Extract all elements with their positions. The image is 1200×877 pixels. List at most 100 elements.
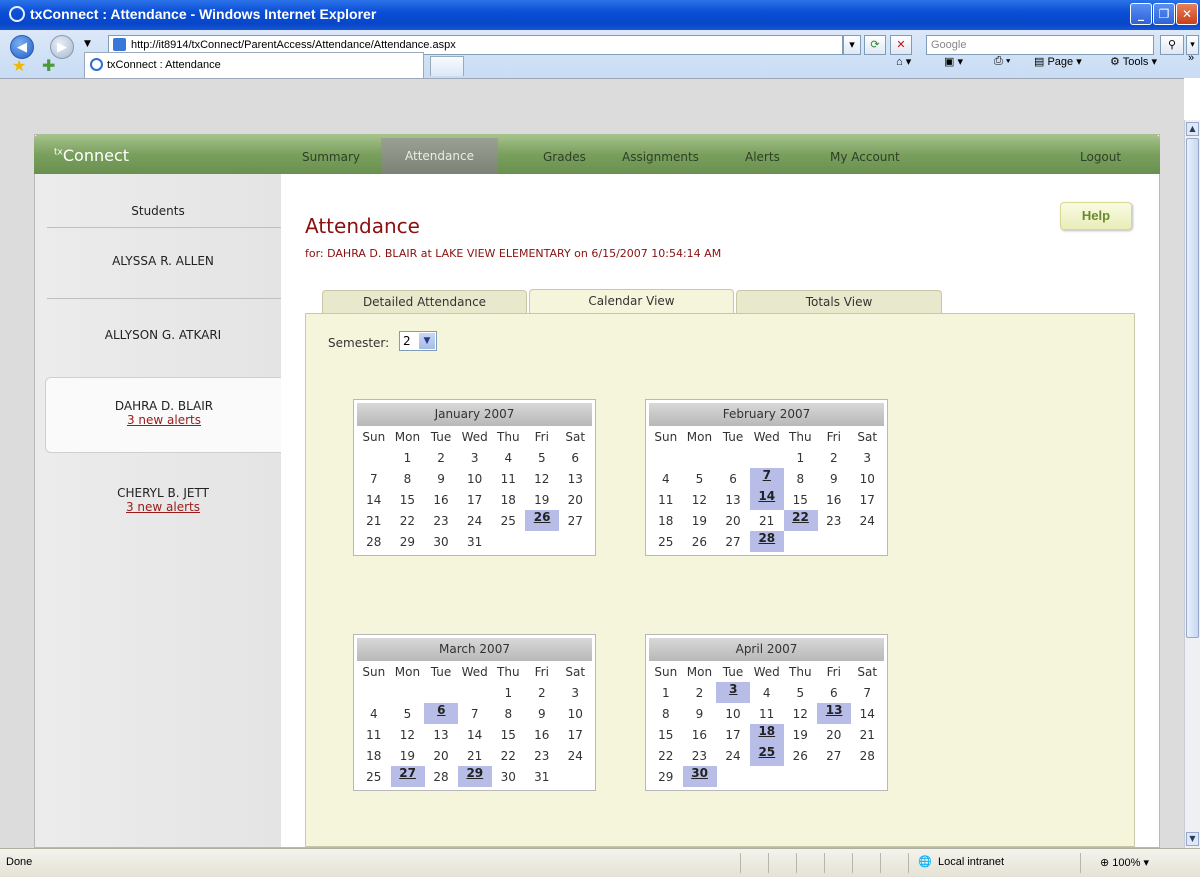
empty-day: [558, 531, 592, 552]
tab-totals-view[interactable]: Totals View: [736, 290, 942, 314]
student-item[interactable]: ALLYSON G. ATKARI: [45, 328, 281, 342]
absence-day-link[interactable]: 25: [749, 745, 784, 766]
semester-select[interactable]: 2 ▼: [399, 331, 437, 351]
absence-day-link[interactable]: 26: [525, 510, 560, 531]
weekday-header: Tue: [430, 664, 452, 679]
calendar-day: 31: [534, 769, 550, 784]
calendar-day: 10: [859, 471, 875, 486]
scroll-up-icon[interactable]: ▲: [1186, 122, 1199, 136]
nav-my-account[interactable]: My Account: [830, 150, 900, 164]
absence-day-link[interactable]: 3: [716, 682, 751, 703]
calendar-day: 19: [534, 492, 550, 507]
chevron-more-icon[interactable]: »: [1188, 52, 1194, 64]
absence-day-link[interactable]: 18: [749, 724, 784, 745]
favorites-star-icon[interactable]: ★: [12, 56, 26, 75]
search-placeholder: Google: [931, 39, 967, 51]
scroll-down-icon[interactable]: ▼: [1186, 832, 1199, 846]
search-input[interactable]: Google: [926, 35, 1154, 55]
nav-alerts[interactable]: Alerts: [745, 150, 780, 164]
page-menu[interactable]: ▤ Page ▾: [1034, 55, 1082, 68]
feeds-icon[interactable]: ▣ ▾: [944, 55, 963, 68]
empty-day: [716, 766, 750, 787]
calendar-day: 4: [762, 685, 771, 700]
history-dropdown-icon[interactable]: ▼: [84, 39, 91, 49]
add-favorites-icon[interactable]: ✚: [42, 56, 55, 75]
weekday-header: Mon: [686, 664, 713, 679]
calendar-day: 3: [863, 450, 872, 465]
calendar-day: 31: [467, 534, 483, 549]
empty-day: [850, 531, 884, 552]
absence-day-link[interactable]: 27: [390, 766, 425, 787]
vertical-scrollbar[interactable]: ▲ ▼: [1184, 120, 1200, 850]
nav-grades[interactable]: Grades: [543, 150, 586, 164]
maximize-button[interactable]: ❐: [1153, 3, 1175, 25]
window-title: txConnect : Attendance - Windows Interne…: [30, 6, 377, 22]
alerts-link[interactable]: 3 new alerts: [46, 413, 282, 427]
month-calendar: February 2007 Sun Mon Tue Wed Thu Fri Sat 1 2 3 4 5 6…: [645, 399, 888, 556]
print-icon[interactable]: ⎙ ▾: [994, 55, 1010, 68]
nav-attendance[interactable]: Attendance: [381, 138, 498, 174]
absence-day-link[interactable]: 22: [783, 510, 818, 531]
status-divider: [740, 853, 741, 873]
student-item-selected[interactable]: DAHRA D. BLAIR 3 new alerts: [45, 377, 282, 453]
status-text: Done: [6, 856, 33, 868]
calendar-day: 10: [567, 706, 583, 721]
absence-day-link[interactable]: 13: [817, 703, 852, 724]
calendar-day: 16: [826, 492, 842, 507]
close-window-button[interactable]: ✕: [1176, 3, 1198, 25]
calendar-day: 17: [567, 727, 583, 742]
student-name: DAHRA D. BLAIR: [114, 399, 214, 413]
security-zone[interactable]: Local intranet: [938, 856, 1004, 868]
weekday-header: Thu: [789, 429, 812, 444]
home-icon[interactable]: ⌂ ▾: [896, 55, 911, 68]
calendar-day: 4: [369, 706, 378, 721]
calendar-day: 15: [792, 492, 808, 507]
calendar-day: 5: [537, 450, 546, 465]
nav-logout[interactable]: Logout: [1080, 150, 1121, 164]
refresh-icon[interactable]: ⟳: [864, 35, 886, 55]
page-menu-label: Page: [1047, 56, 1074, 68]
zoom-level[interactable]: ⊕ 100% ▾: [1100, 856, 1149, 869]
absence-day-link[interactable]: 28: [749, 531, 784, 552]
calendar-day: 23: [534, 748, 550, 763]
student-item[interactable]: ALYSSA R. ALLEN: [45, 254, 281, 268]
minimize-button[interactable]: _: [1130, 3, 1152, 25]
nav-assignments[interactable]: Assignments: [622, 150, 699, 164]
calendar-day: 24: [467, 513, 483, 528]
absence-day-link[interactable]: 30: [682, 766, 717, 787]
calendar-day: 18: [366, 748, 382, 763]
absence-day-link[interactable]: 6: [424, 703, 459, 724]
calendar-day: 27: [826, 748, 842, 763]
tab-detailed-attendance[interactable]: Detailed Attendance: [322, 290, 527, 314]
stop-icon[interactable]: ✕: [890, 35, 912, 55]
absence-day-link[interactable]: 29: [457, 766, 492, 787]
calendar-day: 30: [500, 769, 516, 784]
alerts-link[interactable]: 3 new alerts: [45, 500, 281, 514]
page-title: Attendance: [305, 214, 420, 238]
calendar-day: 21: [467, 748, 483, 763]
calendar-day: 21: [759, 513, 775, 528]
status-divider: [768, 853, 769, 873]
help-button[interactable]: Help: [1060, 202, 1132, 230]
nav-summary[interactable]: Summary: [302, 150, 360, 164]
txconnect-logo[interactable]: txConnect: [54, 146, 129, 165]
calendar-day: 12: [534, 471, 550, 486]
calendar-day: 20: [567, 492, 583, 507]
chevron-down-icon[interactable]: ▼: [419, 333, 435, 349]
calendar-day: 25: [658, 534, 674, 549]
absence-day-link[interactable]: 7: [749, 468, 784, 489]
calendar-day: 13: [433, 727, 449, 742]
new-tab-button[interactable]: [430, 56, 464, 76]
tools-menu[interactable]: ⚙ Tools ▾: [1110, 55, 1157, 68]
calendar-month-title: January 2007: [357, 403, 592, 426]
search-icon[interactable]: ⚲: [1160, 35, 1184, 55]
weekday-header: Sat: [565, 664, 586, 679]
student-item[interactable]: CHERYL B. JETT 3 new alerts: [45, 486, 281, 514]
empty-day: [716, 447, 750, 468]
logo-text: Connect: [62, 146, 130, 165]
scroll-thumb[interactable]: [1186, 138, 1199, 638]
absence-day-link[interactable]: 14: [749, 489, 784, 510]
tab-calendar-view[interactable]: Calendar View: [529, 289, 734, 315]
browser-tab[interactable]: txConnect : Attendance: [84, 52, 424, 78]
address-dropdown-icon[interactable]: ▾: [843, 35, 861, 55]
